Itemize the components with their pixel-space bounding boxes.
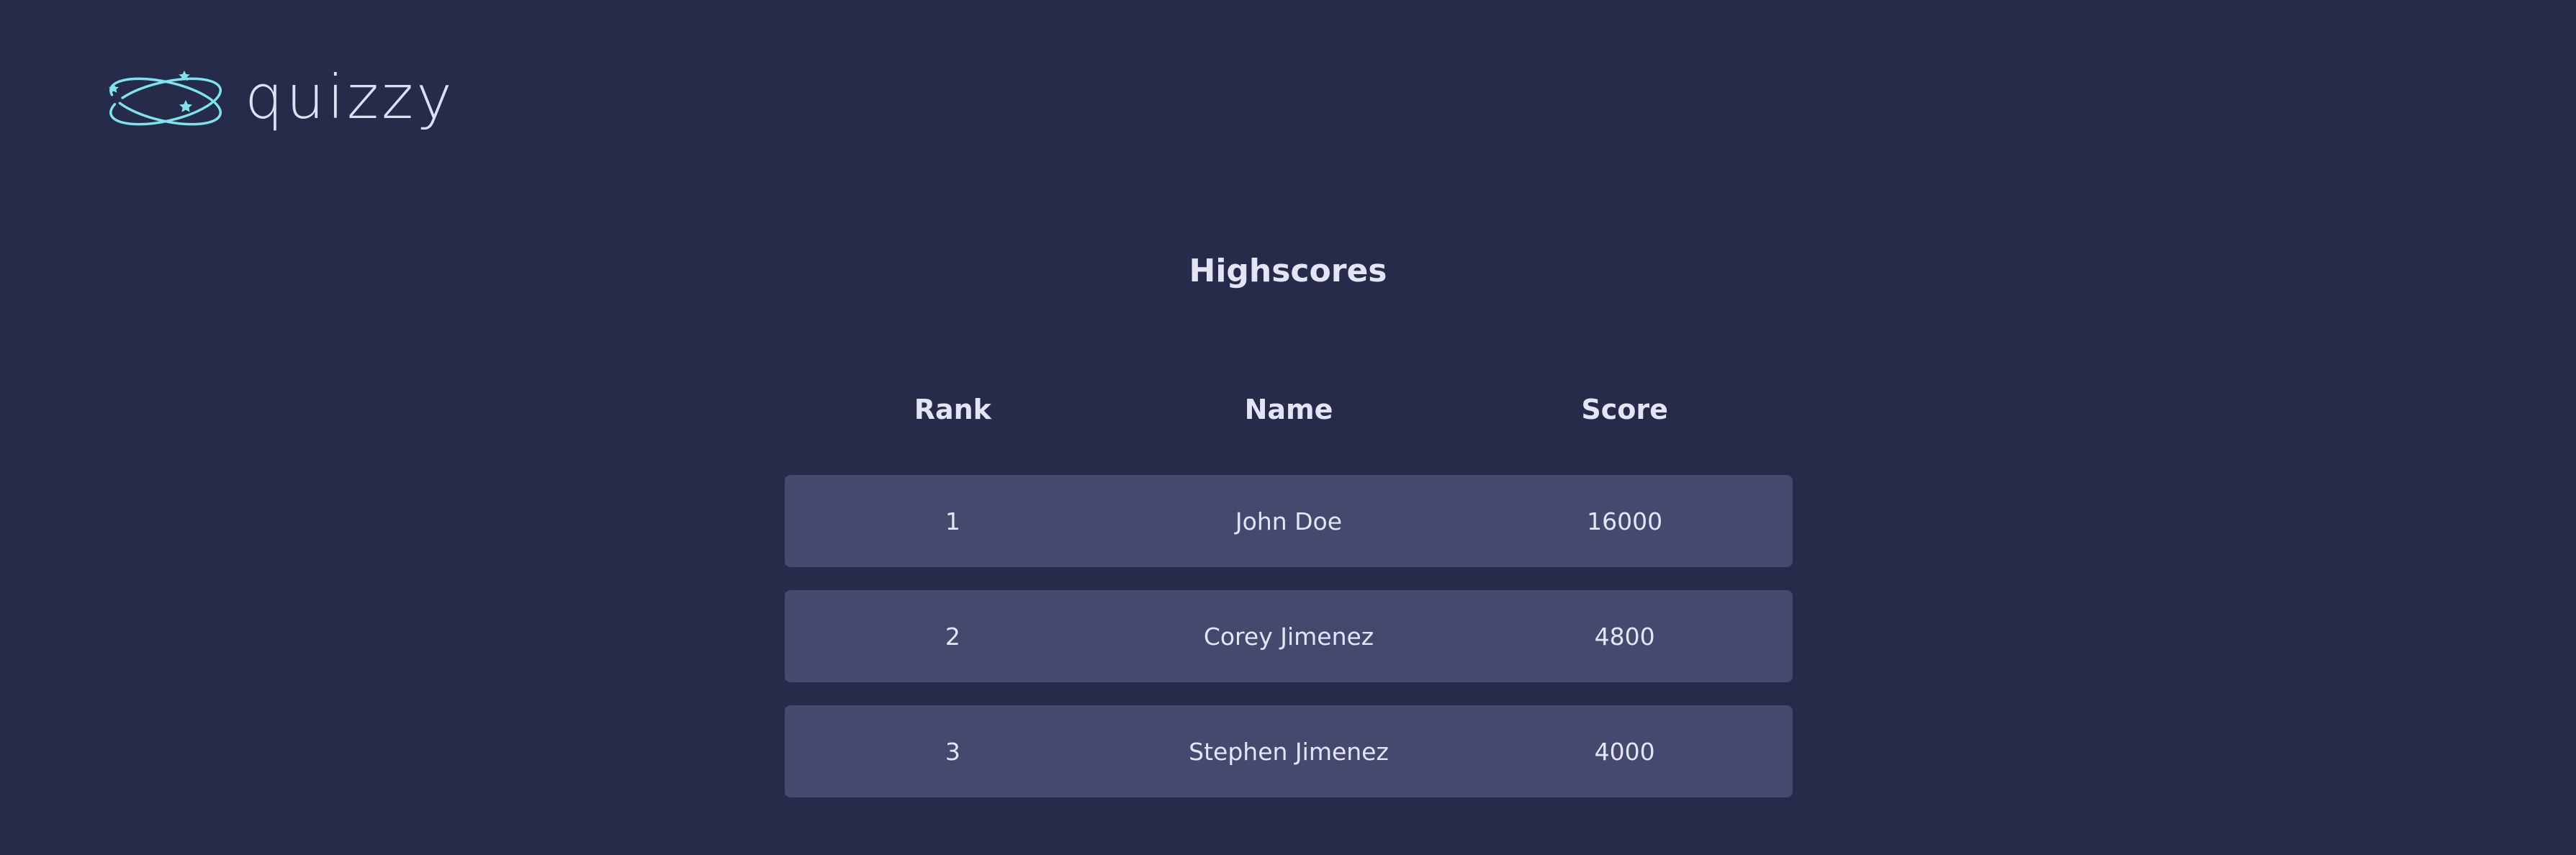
logo-text[interactable]: quizzy — [245, 67, 455, 127]
rank-cell: 3 — [945, 737, 960, 766]
name-cell: John Doe — [1235, 507, 1343, 535]
score-cell: 16000 — [1587, 507, 1663, 535]
name-cell: Corey Jimenez — [1203, 622, 1374, 651]
page-title: Highscores — [1189, 253, 1387, 289]
rank-cell: 1 — [945, 507, 960, 535]
orbit-stars-icon — [109, 71, 222, 126]
table-row: 1 John Doe 16000 — [785, 475, 1793, 567]
name-cell: Stephen Jimenez — [1189, 737, 1389, 766]
rank-cell: 2 — [945, 622, 960, 651]
header: quizzy — [108, 66, 455, 137]
header-rank: Rank — [914, 394, 991, 425]
highscores-table: Rank Name Score 1 John Doe 16000 2 Corey… — [785, 386, 1793, 820]
table-header: Rank Name Score — [785, 386, 1793, 433]
table-body: 1 John Doe 16000 2 Corey Jimenez 4800 3 … — [785, 475, 1793, 797]
header-score: Score — [1581, 394, 1668, 425]
table-row: 3 Stephen Jimenez 4000 — [785, 705, 1793, 797]
header-name: Name — [1244, 394, 1333, 425]
table-row: 2 Corey Jimenez 4800 — [785, 590, 1793, 682]
score-cell: 4800 — [1594, 622, 1655, 651]
score-cell: 4000 — [1594, 737, 1655, 766]
